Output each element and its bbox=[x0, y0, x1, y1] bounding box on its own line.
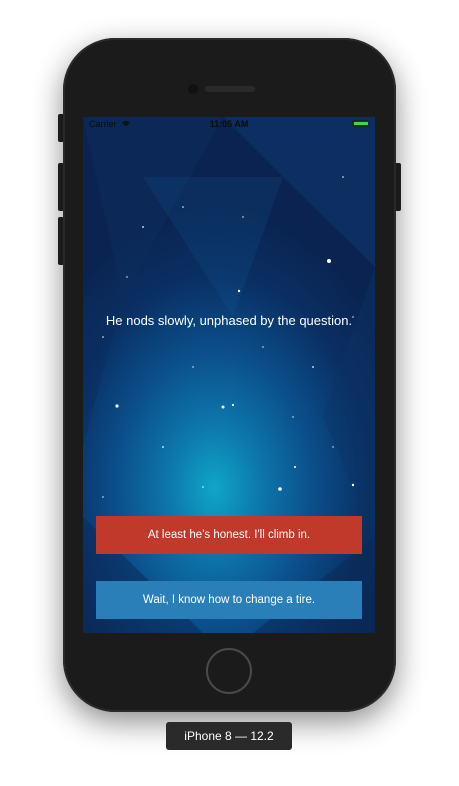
device-label: iPhone 8 — 12.2 bbox=[166, 722, 292, 750]
front-camera bbox=[188, 84, 198, 94]
story-text: He nods slowly, unphased by the question… bbox=[105, 313, 353, 328]
app-screen: Carrier 11:05 AM He nods slowly, unphase… bbox=[83, 117, 375, 633]
starfield-background bbox=[83, 117, 375, 633]
battery-icon bbox=[352, 120, 370, 127]
home-button[interactable] bbox=[206, 648, 252, 694]
status-time: 11:05 AM bbox=[209, 119, 249, 129]
earpiece-speaker bbox=[205, 86, 255, 92]
choice-1-button[interactable]: At least he's honest. I'll climb in. bbox=[96, 516, 362, 554]
simulator-stage: Carrier 11:05 AM He nods slowly, unphase… bbox=[0, 0, 459, 786]
status-bar: Carrier 11:05 AM bbox=[83, 117, 375, 131]
choice-2-button[interactable]: Wait, I know how to change a tire. bbox=[96, 581, 362, 619]
